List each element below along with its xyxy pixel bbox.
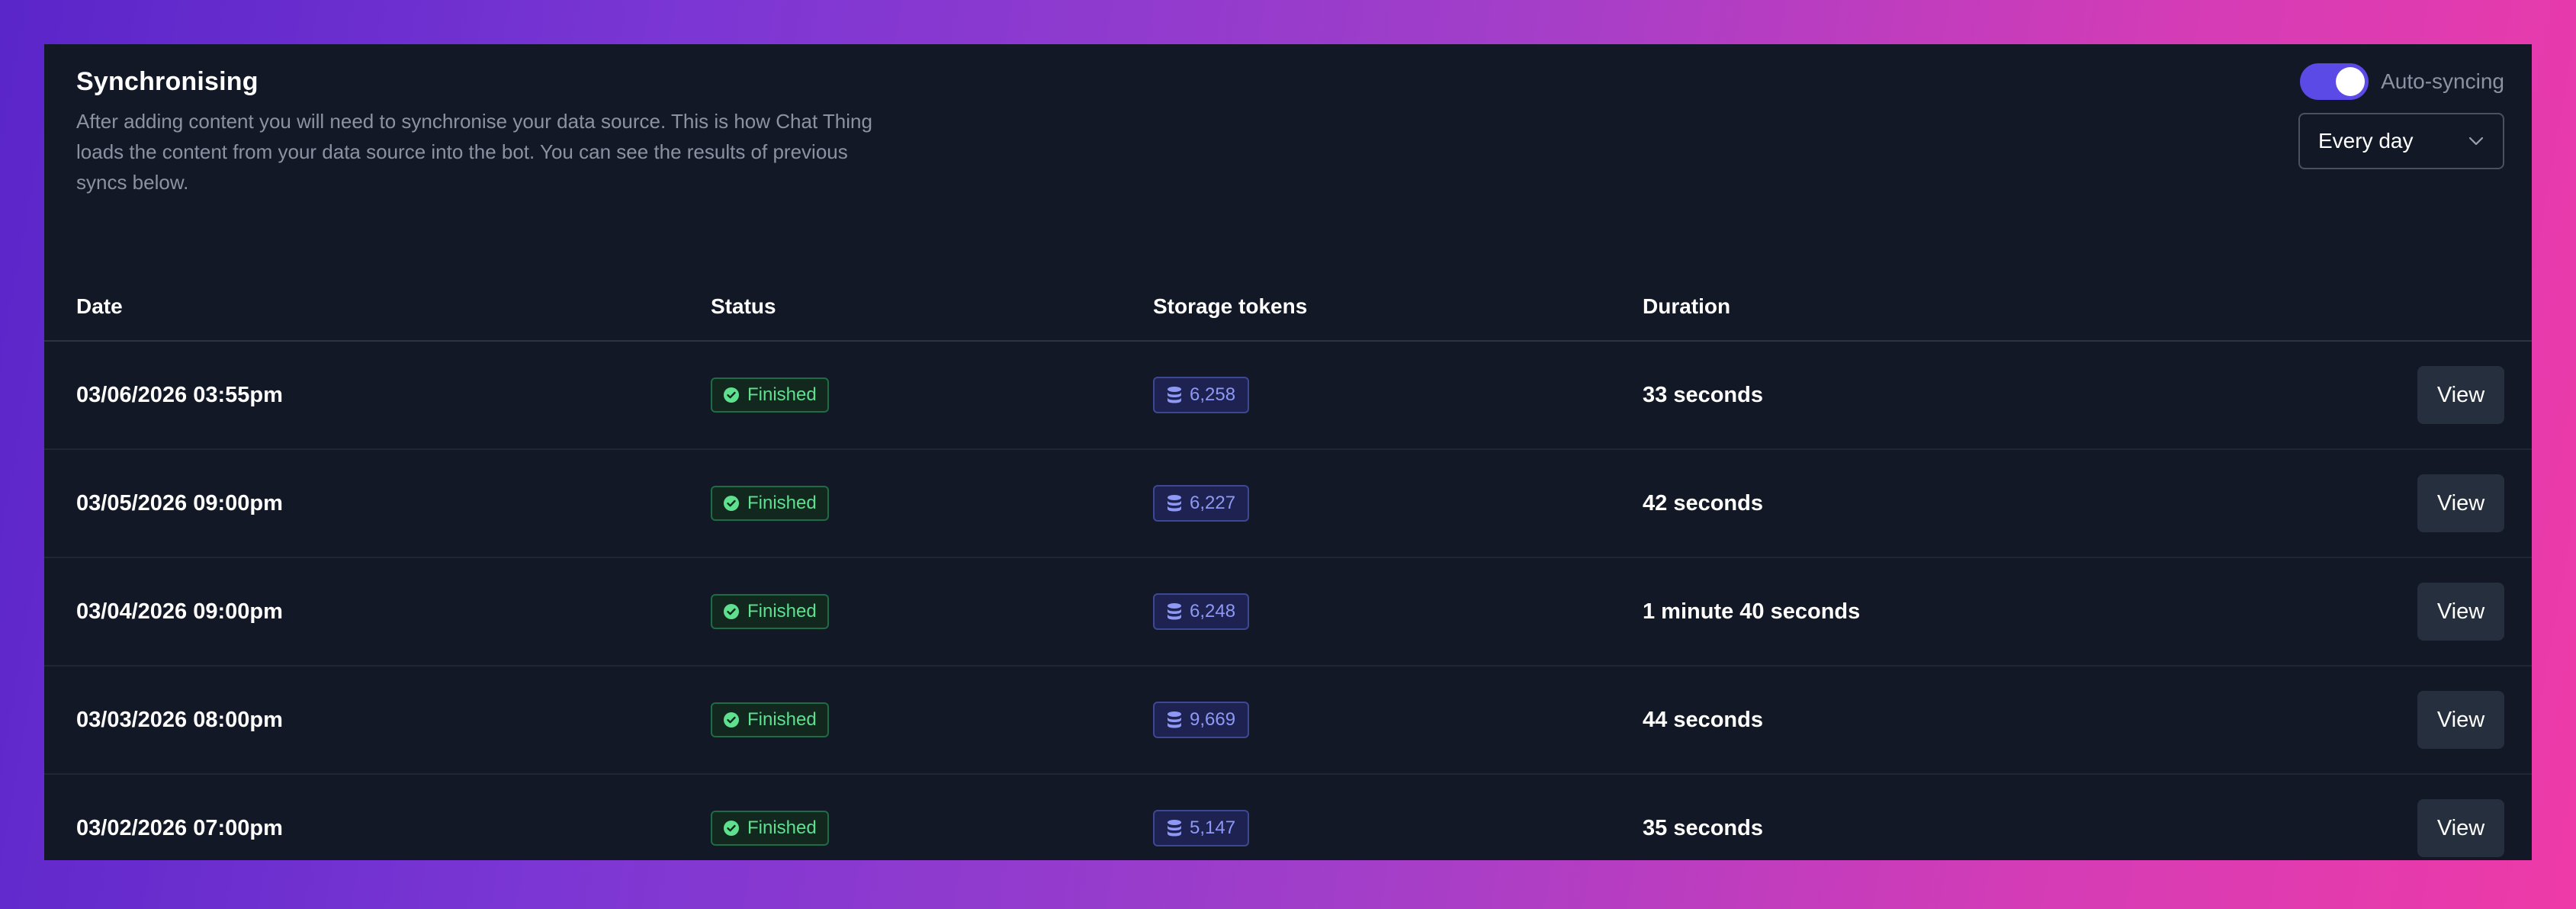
- table-row: 03/04/2026 09:00pm Finished 6,248 1 minu…: [44, 557, 2532, 666]
- table-header-row: Date Status Storage tokens Duration: [44, 273, 2532, 342]
- sync-controls: Auto-syncing Every day: [2283, 63, 2504, 169]
- sync-history-table: Date Status Storage tokens Duration 03/0…: [44, 273, 2532, 860]
- tokens-value: 6,258: [1190, 384, 1236, 405]
- auto-sync-label: Auto-syncing: [2381, 69, 2504, 93]
- row-date: 03/02/2026 07:00pm: [44, 774, 711, 860]
- table-row: 03/05/2026 09:00pm Finished 6,227 42 sec…: [44, 449, 2532, 558]
- row-date: 03/05/2026 09:00pm: [44, 449, 711, 558]
- tokens-value: 5,147: [1190, 817, 1236, 838]
- page-title: Synchronising: [76, 67, 259, 96]
- database-icon: [1167, 386, 1182, 404]
- status-text: Finished: [747, 493, 817, 513]
- frequency-value: Every day: [2318, 129, 2414, 153]
- database-icon: [1167, 819, 1182, 837]
- toggle-knob: [2336, 67, 2366, 96]
- check-circle-icon: [723, 387, 740, 403]
- status-text: Finished: [747, 384, 817, 405]
- row-date: 03/03/2026 08:00pm: [44, 666, 711, 775]
- row-duration: 42 seconds: [1643, 449, 2349, 558]
- table-row: 03/03/2026 08:00pm Finished 9,669 44 sec…: [44, 666, 2532, 775]
- status-badge: Finished: [711, 702, 829, 737]
- auto-sync-row: Auto-syncing: [2283, 63, 2504, 101]
- row-duration: 33 seconds: [1643, 341, 2349, 450]
- tokens-badge: 9,669: [1153, 702, 1250, 738]
- view-button[interactable]: View: [2417, 583, 2504, 641]
- check-circle-icon: [723, 820, 740, 837]
- tokens-value: 9,669: [1190, 709, 1236, 730]
- check-circle-icon: [723, 495, 740, 512]
- tokens-badge: 5,147: [1153, 810, 1250, 846]
- chevron-down-icon: [2466, 131, 2486, 151]
- row-date: 03/06/2026 03:55pm: [44, 341, 711, 450]
- database-icon: [1167, 711, 1182, 729]
- sync-panel: Synchronising After adding content you w…: [44, 44, 2532, 860]
- database-icon: [1167, 494, 1182, 512]
- table-row: 03/06/2026 03:55pm Finished 6,258 33 sec…: [44, 341, 2532, 450]
- database-icon: [1167, 602, 1182, 621]
- sync-header: Synchronising After adding content you w…: [76, 67, 877, 198]
- status-text: Finished: [747, 817, 817, 838]
- check-circle-icon: [723, 603, 740, 620]
- check-circle-icon: [723, 711, 740, 728]
- row-date: 03/04/2026 09:00pm: [44, 557, 711, 666]
- column-header-actions: [2349, 273, 2532, 342]
- tokens-value: 6,227: [1190, 493, 1236, 513]
- column-header-duration: Duration: [1643, 273, 2349, 342]
- tokens-badge: 6,248: [1153, 593, 1250, 630]
- status-text: Finished: [747, 709, 817, 730]
- frequency-select[interactable]: Every day: [2298, 113, 2504, 169]
- view-button[interactable]: View: [2417, 799, 2504, 857]
- row-duration: 35 seconds: [1643, 774, 2349, 860]
- tokens-value: 6,248: [1190, 601, 1236, 622]
- tokens-badge: 6,227: [1153, 485, 1250, 522]
- auto-sync-toggle[interactable]: [2300, 63, 2369, 100]
- table-row: 03/02/2026 07:00pm Finished 5,147 35 sec…: [44, 774, 2532, 860]
- view-button[interactable]: View: [2417, 691, 2504, 749]
- column-header-storage-tokens: Storage tokens: [1153, 273, 1643, 342]
- view-button[interactable]: View: [2417, 474, 2504, 532]
- page-description: After adding content you will need to sy…: [76, 110, 872, 194]
- status-badge: Finished: [711, 486, 829, 521]
- row-duration: 44 seconds: [1643, 666, 2349, 775]
- view-button[interactable]: View: [2417, 366, 2504, 424]
- column-header-date: Date: [44, 273, 711, 342]
- row-duration: 1 minute 40 seconds: [1643, 557, 2349, 666]
- status-badge: Finished: [711, 811, 829, 846]
- status-text: Finished: [747, 601, 817, 622]
- status-badge: Finished: [711, 594, 829, 629]
- tokens-badge: 6,258: [1153, 377, 1250, 413]
- column-header-status: Status: [711, 273, 1153, 342]
- status-badge: Finished: [711, 377, 829, 413]
